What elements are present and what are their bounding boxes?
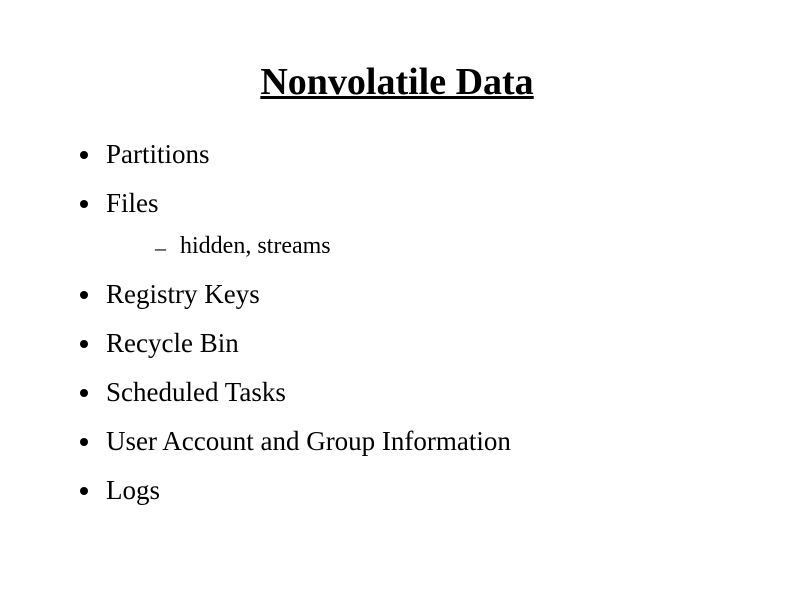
bullet-icon xyxy=(80,487,88,495)
bullet-icon xyxy=(80,200,88,208)
bullet-icon xyxy=(80,389,88,397)
sublist-item: – hidden, streams xyxy=(155,233,734,261)
list-item-text: Files xyxy=(106,188,159,219)
sublist: – hidden, streams xyxy=(80,233,734,261)
dash-icon: – xyxy=(155,235,166,261)
list-item: Files xyxy=(80,188,734,219)
bullet-icon xyxy=(80,291,88,299)
list-item-text: Scheduled Tasks xyxy=(106,377,286,408)
slide-title: Nonvolatile Data xyxy=(60,60,734,104)
list-item: Registry Keys xyxy=(80,279,734,310)
bullet-icon xyxy=(80,151,88,159)
list-item-text: Partitions xyxy=(106,139,210,170)
bullet-icon xyxy=(80,438,88,446)
bullet-icon xyxy=(80,340,88,348)
list-item: Partitions xyxy=(80,139,734,170)
main-list: Partitions Files – hidden, streams Regis… xyxy=(60,139,734,506)
list-item: User Account and Group Information xyxy=(80,426,734,457)
list-item: Recycle Bin xyxy=(80,328,734,359)
list-item-text: Registry Keys xyxy=(106,279,260,310)
list-item: Scheduled Tasks xyxy=(80,377,734,408)
list-item-text: Recycle Bin xyxy=(106,328,239,359)
list-item: Logs xyxy=(80,475,734,506)
list-item-text: Logs xyxy=(106,475,160,506)
sublist-item-text: hidden, streams xyxy=(180,233,331,260)
list-item-text: User Account and Group Information xyxy=(106,426,511,457)
